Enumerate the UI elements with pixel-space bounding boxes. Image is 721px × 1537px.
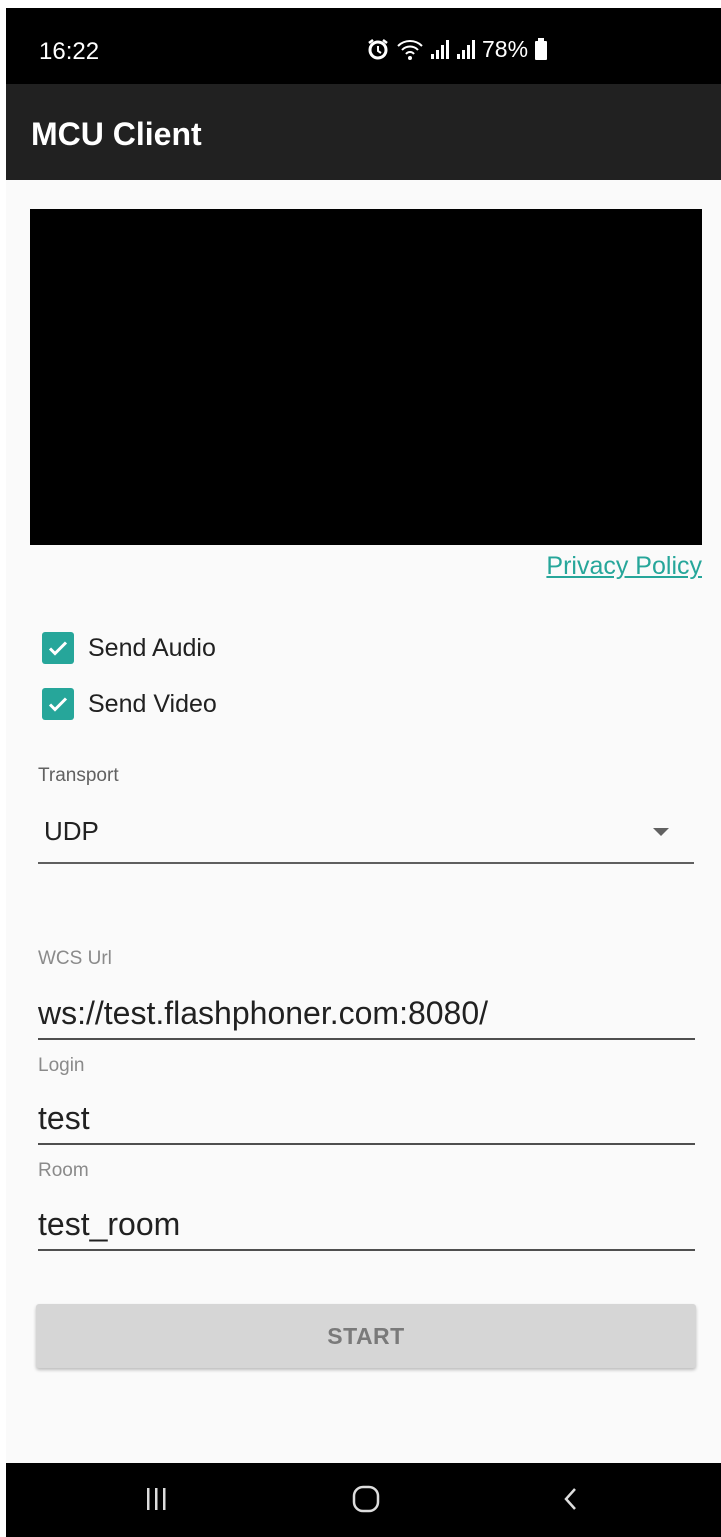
- send-video-checkbox[interactable]: Send Video: [42, 687, 217, 721]
- checkbox-checked-icon[interactable]: [42, 632, 74, 664]
- back-icon[interactable]: [561, 1485, 581, 1518]
- send-audio-label: Send Audio: [88, 633, 216, 662]
- recent-apps-button[interactable]: [126, 1477, 186, 1525]
- app-title: MCU Client: [31, 116, 202, 152]
- app-screen: 16:22 78% MCU Client Privacy Policy Send…: [6, 8, 721, 1537]
- dropdown-arrow-icon[interactable]: [653, 828, 669, 836]
- transport-dropdown[interactable]: UDP: [38, 810, 694, 864]
- back-button[interactable]: [541, 1477, 601, 1525]
- room-field[interactable]: [38, 1199, 695, 1251]
- navigation-bar: [6, 1463, 721, 1537]
- status-bar: 16:22 78%: [6, 8, 721, 84]
- privacy-policy-link[interactable]: Privacy Policy: [546, 552, 702, 581]
- video-view: [30, 209, 702, 545]
- status-icons: 78%: [366, 34, 548, 64]
- transport-value: UDP: [44, 816, 99, 846]
- home-icon[interactable]: [350, 1483, 382, 1520]
- recent-apps-icon[interactable]: [144, 1485, 168, 1518]
- battery-percentage: 78%: [482, 35, 529, 62]
- wcs-url-field[interactable]: [38, 988, 695, 1040]
- signal-icon: [456, 38, 476, 60]
- start-button[interactable]: START: [36, 1304, 696, 1368]
- wcs-url-label: WCS Url: [38, 948, 112, 969]
- transport-label: Transport: [38, 765, 119, 786]
- login-label: Login: [38, 1055, 85, 1076]
- app-bar: MCU Client: [6, 84, 721, 180]
- status-time: 16:22: [39, 38, 100, 65]
- wifi-icon: [396, 37, 424, 61]
- alarm-icon: [366, 37, 390, 61]
- room-label: Room: [38, 1160, 89, 1181]
- send-video-label: Send Video: [88, 689, 217, 718]
- signal-icon: [430, 38, 450, 60]
- login-field[interactable]: [38, 1093, 695, 1145]
- home-button[interactable]: [336, 1477, 396, 1525]
- battery-icon: [534, 37, 548, 61]
- send-audio-checkbox[interactable]: Send Audio: [42, 631, 216, 665]
- checkbox-checked-icon[interactable]: [42, 688, 74, 720]
